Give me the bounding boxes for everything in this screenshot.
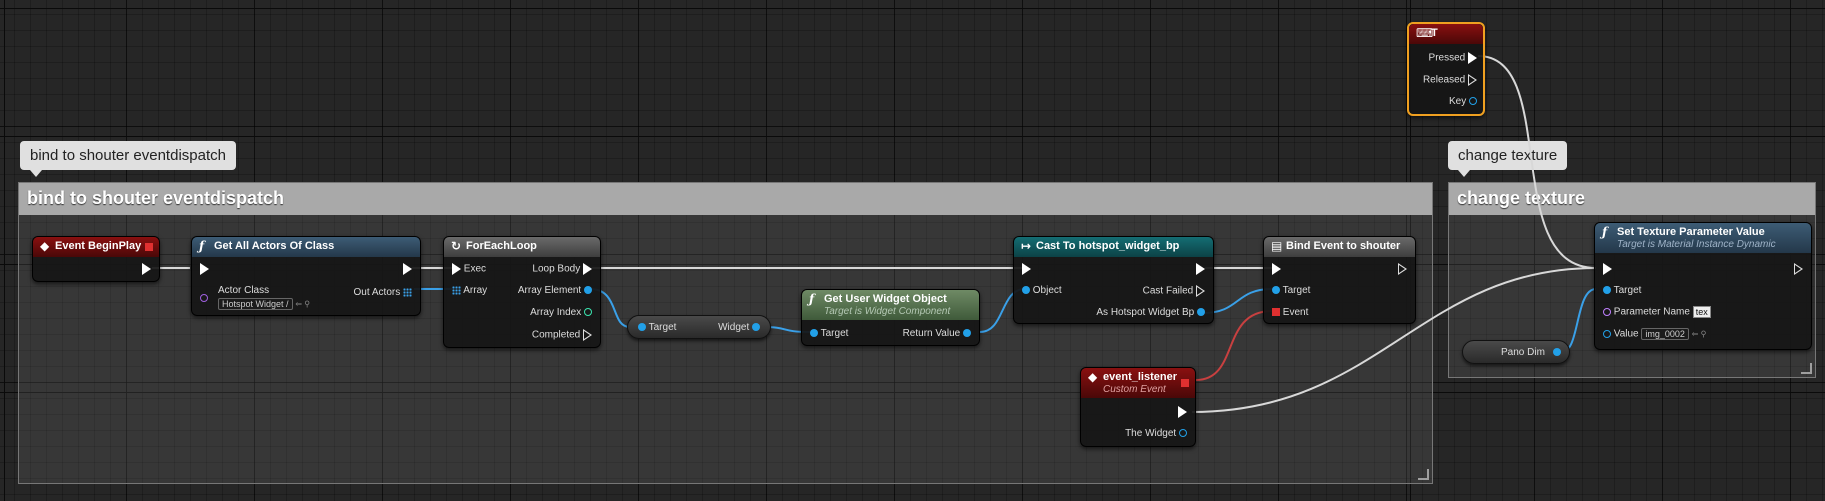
exec-in-pin[interactable]: [1022, 263, 1031, 275]
function-icon: ƒ: [809, 292, 815, 306]
object-in-pin[interactable]: Object: [1022, 285, 1062, 296]
parameter-name-pin[interactable]: Parameter Name tex: [1603, 306, 1711, 318]
event-in-pin[interactable]: Event: [1272, 307, 1308, 318]
released-pin[interactable]: Released: [1423, 74, 1477, 86]
node-get-widget[interactable]: Target Widget: [627, 315, 771, 339]
key-pin[interactable]: Key: [1449, 96, 1477, 107]
actor-class-label: Actor Class: [218, 285, 270, 296]
value-pin[interactable]: Value img_0002 ⇐ ⚲: [1603, 328, 1707, 340]
cast-arrow-icon: ↦: [1021, 239, 1032, 253]
widget-out-pin[interactable]: Widget: [718, 322, 760, 333]
node-get-user-widget[interactable]: ƒ Get User Widget Object Target is Widget …: [801, 289, 980, 346]
cast-failed-pin[interactable]: Cast Failed: [1143, 285, 1205, 297]
loop-body-pin[interactable]: Loop Body: [532, 263, 592, 275]
node-cast-to-hotspot[interactable]: ↦ Cast To hotspot_widget_bp Object Cast F…: [1013, 236, 1214, 324]
bind-event-icon: ▤: [1271, 239, 1283, 253]
exec-out-pin[interactable]: [1178, 406, 1187, 418]
pano-dim-label: Pano Dim: [1501, 347, 1545, 358]
array-in-pin[interactable]: Array: [452, 285, 487, 296]
parameter-name-input[interactable]: tex: [1692, 306, 1711, 318]
node-event-listener[interactable]: ◆ event_listener Custom Event The Widget: [1080, 367, 1196, 447]
event-diamond-icon: ◆: [1088, 370, 1098, 384]
exec-in-pin[interactable]: [200, 263, 209, 275]
exec-out-pin[interactable]: [403, 263, 412, 275]
loop-icon: ↻: [451, 239, 462, 253]
function-icon: ƒ: [199, 239, 205, 253]
browse-arrow-icon[interactable]: ⇐ ⚲: [295, 300, 310, 309]
browse-arrow-icon[interactable]: ⇐ ⚲: [1692, 330, 1707, 339]
node-get-all-actors[interactable]: ƒ Get All Actors Of Class Actor Class Hot…: [191, 236, 421, 316]
function-icon: ƒ: [1602, 225, 1608, 239]
array-pin-icon: [452, 285, 461, 295]
target-in-pin[interactable]: Target: [1603, 285, 1641, 296]
array-element-pin[interactable]: Array Element: [518, 285, 592, 296]
exec-in-pin[interactable]: [1603, 263, 1612, 275]
pano-dim-out-pin[interactable]: [1553, 347, 1561, 358]
as-hotspot-pin[interactable]: As Hotspot Widget Bp: [1096, 307, 1205, 318]
actor-class-pin[interactable]: [200, 293, 208, 304]
wire-pano-target: [1561, 288, 1597, 353]
exec-in-pin[interactable]: [1272, 263, 1281, 275]
exec-in-pin[interactable]: Exec: [452, 263, 486, 275]
node-foreach-loop[interactable]: ↻ ForEachLoop Exec Array Loop Body Array …: [443, 236, 601, 348]
array-index-pin[interactable]: Array Index: [530, 307, 592, 318]
exec-out-pin[interactable]: [1794, 263, 1803, 275]
target-in-pin[interactable]: Target: [810, 328, 848, 339]
node-event-beginplay[interactable]: ◆ Event BeginPlay: [32, 236, 160, 282]
out-actors-pin[interactable]: Out Actors: [354, 287, 412, 298]
exec-out-pin[interactable]: [1398, 263, 1407, 275]
wire-pressed-exec: [1477, 55, 1597, 269]
node-bind-event[interactable]: ▤ Bind Event to shouter Target Event: [1263, 236, 1416, 324]
event-diamond-icon: ◆: [40, 239, 50, 253]
value-select[interactable]: img_0002: [1641, 328, 1689, 340]
delegate-pin-icon[interactable]: [1181, 379, 1189, 387]
array-pin-icon: [403, 287, 412, 297]
target-in-pin[interactable]: Target: [1272, 285, 1310, 296]
node-set-texture-param[interactable]: ƒ Set Texture Parameter Value Target is Ma…: [1594, 222, 1812, 350]
exec-out-pin[interactable]: [1196, 263, 1205, 275]
completed-pin[interactable]: Completed: [532, 329, 592, 341]
return-value-pin[interactable]: Return Value: [903, 328, 971, 339]
delegate-pin-icon[interactable]: [145, 243, 153, 251]
the-widget-pin[interactable]: The Widget: [1125, 428, 1187, 439]
keyboard-icon: ⌨: [1416, 26, 1434, 40]
target-in-pin[interactable]: Target: [638, 322, 676, 333]
actor-class-select[interactable]: Hotspot Widget / ⇐ ⚲: [218, 298, 310, 310]
exec-out-pin[interactable]: [142, 263, 151, 275]
node-pano-dim[interactable]: Pano Dim: [1462, 340, 1570, 364]
pressed-pin[interactable]: Pressed: [1429, 52, 1477, 64]
node-key-t[interactable]: ⌨ T Pressed Released Key: [1407, 22, 1485, 116]
